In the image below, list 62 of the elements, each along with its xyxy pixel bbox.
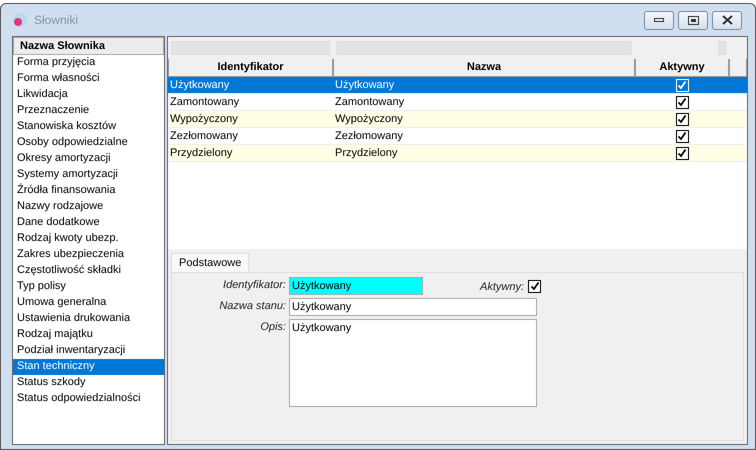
close-button[interactable] — [712, 10, 742, 30]
table-row[interactable]: Zezłomowany Zezłomowany — [168, 128, 747, 145]
table-cell-text: Zamontowany — [169, 96, 240, 108]
table-cell-text: Przydzielony — [169, 147, 234, 159]
dictionary-item[interactable]: Nazwy rodzajowe — [13, 199, 164, 215]
dictionary-item[interactable]: Rodzaj majątku — [13, 327, 164, 343]
dictionary-item[interactable]: Dane dodatkowe — [13, 215, 164, 231]
checkbox[interactable] — [676, 112, 688, 126]
dictionary-item[interactable]: Podział inwentaryzacji — [13, 343, 164, 359]
table-cell-text: Użytkowany — [334, 79, 396, 91]
dictionary-item[interactable]: Okresy amortyzacji — [13, 151, 164, 167]
dictionary-item[interactable]: Stanowiska kosztów — [13, 119, 164, 135]
column-header[interactable]: Nazwa Słownika — [13, 37, 164, 55]
minimize-icon — [654, 18, 664, 22]
dictionary-item[interactable]: Źródła finansowania — [13, 183, 164, 199]
column-header[interactable]: Nazwa — [333, 59, 635, 77]
table-row[interactable]: Zamontowany Zamontowany — [168, 94, 747, 111]
window-title: Słowniki — [34, 13, 80, 27]
table-cell-text: Użytkowany — [169, 79, 230, 91]
table-cell-text: Wypożyczony — [169, 113, 239, 125]
dictionary-item[interactable]: Rodzaj kwoty ubezp. — [13, 231, 164, 247]
table-row[interactable]: Użytkowany Użytkowany — [168, 77, 747, 94]
close-icon — [722, 15, 732, 25]
table-cell-text: Zezłomowany — [169, 130, 239, 142]
dictionary-item[interactable]: Systemy amortyzacji — [13, 167, 164, 183]
minimize-button[interactable] — [644, 10, 674, 30]
dictionary-item[interactable]: Forma przyjęcia — [13, 55, 164, 71]
dictionary-item[interactable]: Zakres ubezpieczenia — [13, 247, 164, 263]
dictionary-item[interactable]: Ustawienia drukowania — [13, 311, 164, 327]
dictionary-item[interactable]: Likwidacja — [13, 87, 164, 103]
app-logo-icon — [12, 12, 28, 28]
tab[interactable]: Podstawowe — [171, 253, 250, 272]
field-label: Identyfikator: — [222, 278, 286, 293]
checkbox[interactable] — [528, 280, 541, 292]
table-row[interactable]: Wypożyczony Wypożyczony — [168, 111, 747, 128]
dictionary-item[interactable]: Częstotliwość składki — [13, 263, 164, 279]
checkbox[interactable] — [676, 146, 688, 160]
table-cell-text: Wypożyczony — [334, 113, 404, 125]
checkbox[interactable] — [676, 96, 688, 108]
dictionary-item[interactable]: Status szkody — [13, 375, 164, 391]
dictionary-item[interactable]: Umowa generalna — [13, 295, 164, 311]
input-field[interactable]: Użytkowany — [289, 277, 423, 295]
checkbox[interactable] — [676, 130, 688, 142]
text-area[interactable]: Użytkowany — [289, 319, 537, 407]
dictionary-item[interactable]: Forma własności — [13, 71, 164, 87]
dictionary-item[interactable]: Typ polisy — [13, 279, 164, 295]
dictionary-item[interactable]: Status odpowiedzialności — [13, 391, 164, 407]
dictionary-item[interactable]: Przeznaczenie — [13, 103, 164, 119]
table-cell-text: Zezłomowany — [334, 130, 404, 142]
input-field[interactable]: Użytkowany — [289, 298, 537, 316]
table-cell-text: Przydzielony — [334, 147, 398, 159]
column-header[interactable]: Identyfikator — [168, 59, 333, 77]
table-cell-text: Zamontowany — [334, 96, 406, 108]
dictionary-item[interactable]: Osoby odpowiedzialne — [13, 135, 164, 151]
table-row[interactable]: Przydzielony Przydzielony — [168, 145, 747, 162]
maximize-button[interactable] — [678, 10, 708, 30]
field-label: Nazwa stanu: — [218, 299, 286, 314]
dictionary-item[interactable]: Stan techniczny — [13, 359, 164, 375]
field-label: Opis: — [259, 320, 286, 335]
maximize-icon — [688, 16, 698, 24]
field-label: Aktywny: — [480, 280, 525, 293]
column-header[interactable]: Aktywny — [635, 59, 729, 77]
